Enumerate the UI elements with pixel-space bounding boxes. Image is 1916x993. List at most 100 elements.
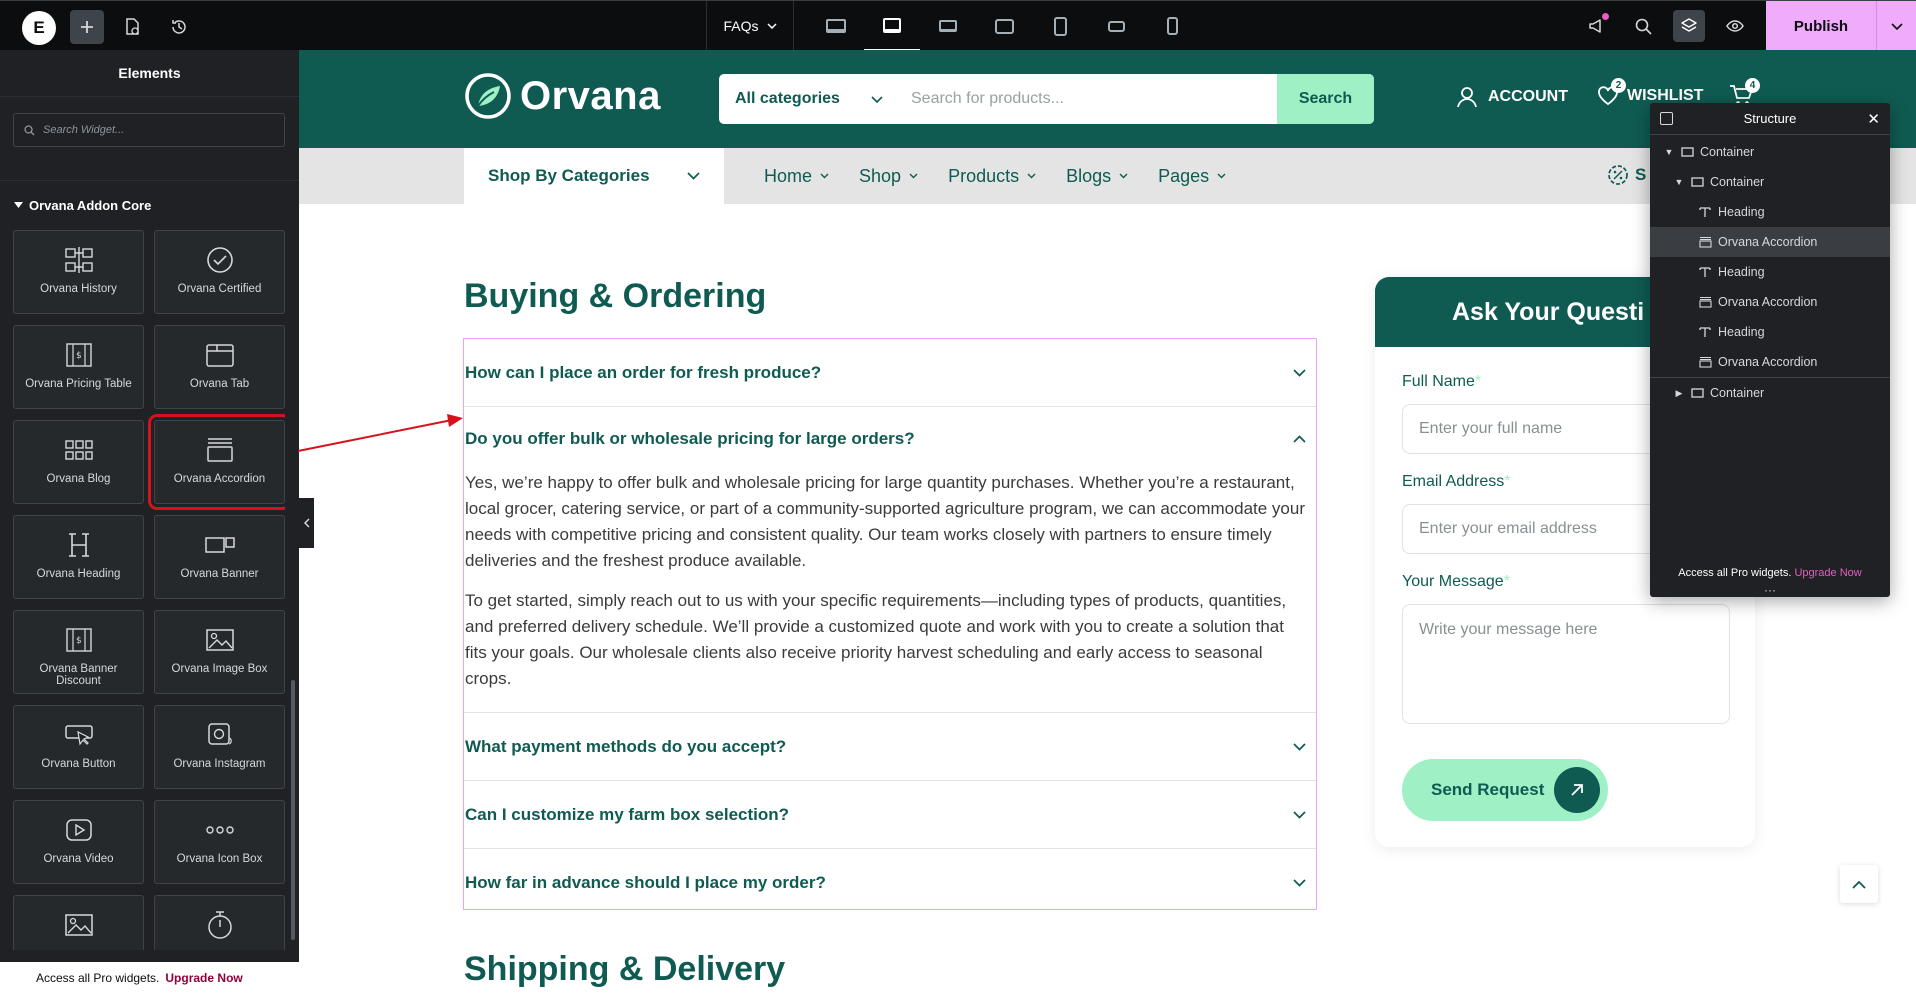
panel-collapse-toggle[interactable] — [299, 498, 314, 548]
widget-orvana-history[interactable]: Orvana History — [13, 230, 144, 314]
accordion-question[interactable]: What payment methods do you accept? — [464, 713, 1316, 780]
send-request-button[interactable]: Send Request — [1402, 759, 1608, 821]
panel-upgrade-link[interactable]: Upgrade Now — [165, 971, 242, 985]
label-text: Your Message — [1402, 573, 1504, 590]
row-label: Heading — [1718, 205, 1765, 219]
widget-orvana-tab[interactable]: Orvana Tab — [154, 325, 285, 409]
account-link[interactable]: ACCOUNT — [1456, 86, 1568, 108]
nav-products[interactable]: Products — [948, 166, 1036, 187]
chevron-down-icon — [871, 95, 883, 103]
accordion-question[interactable]: How far in advance should I place my ord… — [464, 849, 1316, 916]
panel-scrollbar[interactable] — [291, 680, 295, 940]
resize-handle-icon[interactable]: ··· — [1650, 584, 1890, 596]
structure-row[interactable]: Heading — [1650, 257, 1890, 287]
device-mobile[interactable] — [1144, 1, 1200, 51]
shop-by-categories-menu[interactable]: Shop By Categories — [464, 148, 724, 204]
widget-label: Orvana Certified — [177, 283, 262, 295]
structure-button[interactable] — [1666, 1, 1712, 51]
page-settings-button[interactable] — [115, 10, 149, 44]
collapse-all-icon[interactable] — [1660, 112, 1673, 125]
structure-upgrade-link[interactable]: Upgrade Now — [1794, 567, 1861, 579]
structure-row[interactable]: Heading — [1650, 317, 1890, 347]
product-search-button[interactable]: Search — [1277, 74, 1374, 124]
nav-special-offers[interactable]: S — [1607, 164, 1646, 186]
widget-orvana-pricing-table[interactable]: $ Orvana Pricing Table — [13, 325, 144, 409]
add-element-button[interactable] — [70, 10, 104, 44]
accordion-item: Can I customize my farm box selection? — [464, 781, 1316, 849]
elementor-logo-button[interactable]: E — [22, 11, 56, 45]
category-header[interactable]: Orvana Addon Core — [14, 198, 151, 213]
widget-grid: Orvana History Orvana Certified $ Orvana… — [13, 230, 285, 950]
eye-icon — [1726, 20, 1744, 32]
widget-orvana-video[interactable]: Orvana Video — [13, 800, 144, 884]
structure-footer-text: Access all Pro widgets. — [1678, 567, 1792, 579]
nav-label: Products — [948, 165, 1020, 186]
publish-options-button[interactable] — [1876, 1, 1916, 51]
structure-row[interactable]: Orvana Accordion — [1650, 287, 1890, 317]
notifications-button[interactable] — [1574, 1, 1620, 51]
nav-home[interactable]: Home — [764, 166, 829, 187]
question-text: How can I place an order for fresh produ… — [465, 362, 822, 382]
structure-footer: Access all Pro widgets. Upgrade Now — [1650, 567, 1890, 579]
finder-button[interactable] — [1620, 1, 1666, 51]
device-desktop[interactable] — [808, 1, 864, 51]
device-tablet[interactable] — [1032, 1, 1088, 51]
device-tablet-extra[interactable] — [976, 1, 1032, 51]
widget-orvana-countdown[interactable] — [154, 895, 285, 950]
button-icon — [62, 720, 96, 750]
nav-shop[interactable]: Shop — [859, 166, 918, 187]
grid-icon — [62, 435, 96, 465]
topbar-right-tools: Publish — [1574, 1, 1916, 51]
chevron-down-icon — [1293, 810, 1306, 819]
account-label: ACCOUNT — [1488, 88, 1568, 105]
widget-label: Orvana Blog — [46, 473, 111, 485]
caret-down-icon[interactable]: ▼ — [1674, 177, 1684, 187]
device-widescreen[interactable] — [864, 1, 920, 51]
device-mobile-extra[interactable] — [1088, 1, 1144, 51]
structure-row-selected[interactable]: Orvana Accordion — [1650, 227, 1890, 257]
site-logo[interactable]: Orvana — [464, 72, 661, 120]
accordion-item: How can I place an order for fresh produ… — [464, 339, 1316, 407]
product-search-input[interactable] — [899, 90, 1277, 108]
accordion-question[interactable]: Can I customize my farm box selection? — [464, 781, 1316, 848]
notification-dot — [1602, 13, 1609, 20]
widget-orvana-banner[interactable]: Orvana Banner — [154, 515, 285, 599]
close-icon[interactable]: ✕ — [1867, 110, 1880, 128]
row-label: Container — [1710, 386, 1765, 400]
accordion-icon — [203, 435, 237, 465]
history-button[interactable] — [162, 10, 196, 44]
page-selector[interactable]: FAQs — [706, 1, 794, 51]
back-to-top-button[interactable] — [1840, 865, 1878, 903]
accordion-question[interactable]: Do you offer bulk or wholesale pricing f… — [464, 407, 1316, 470]
widget-orvana-certified[interactable]: Orvana Certified — [154, 230, 285, 314]
widget-orvana-instagram[interactable]: Orvana Instagram — [154, 705, 285, 789]
structure-row[interactable]: Orvana Accordion — [1650, 347, 1890, 377]
structure-row[interactable]: ▼ Container — [1650, 167, 1890, 197]
preview-button[interactable] — [1712, 1, 1758, 51]
accordion-question[interactable]: How can I place an order for fresh produ… — [464, 339, 1316, 406]
structure-row[interactable]: ▶ Container — [1650, 378, 1890, 408]
caret-right-icon[interactable]: ▶ — [1674, 388, 1684, 399]
widget-orvana-banner-discount[interactable]: $ Orvana Banner Discount — [13, 610, 144, 694]
widget-orvana-image-box[interactable]: Orvana Image Box — [154, 610, 285, 694]
nav-pages[interactable]: Pages — [1158, 166, 1226, 187]
nav-blogs[interactable]: Blogs — [1066, 166, 1128, 187]
widget-orvana-blog[interactable]: Orvana Blog — [13, 420, 144, 504]
publish-button[interactable]: Publish — [1766, 1, 1876, 51]
heading-t-icon — [1698, 206, 1712, 218]
structure-row[interactable]: Heading — [1650, 197, 1890, 227]
message-field[interactable] — [1402, 604, 1730, 724]
widget-search-input[interactable] — [43, 124, 263, 136]
discount-badge-icon — [1608, 165, 1628, 185]
widget-orvana-accordion[interactable]: Orvana Accordion — [148, 414, 285, 510]
label-text: Email Address — [1402, 473, 1505, 490]
widget-orvana-icon-box[interactable]: Orvana Icon Box — [154, 800, 285, 884]
widget-orvana-image[interactable] — [13, 895, 144, 950]
widget-orvana-heading[interactable]: Orvana Heading — [13, 515, 144, 599]
widget-label: Orvana History — [40, 283, 117, 295]
device-laptop[interactable] — [920, 1, 976, 51]
widget-orvana-button[interactable]: Orvana Button — [13, 705, 144, 789]
structure-row[interactable]: ▼ Container — [1650, 137, 1890, 167]
category-dropdown[interactable]: All categories — [719, 90, 899, 108]
caret-down-icon[interactable]: ▼ — [1664, 147, 1674, 157]
